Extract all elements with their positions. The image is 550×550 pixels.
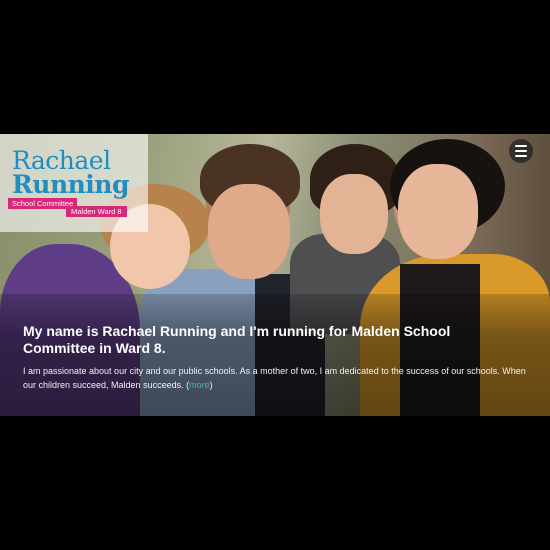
rachael-face [208,184,290,279]
more-link[interactable]: more [189,380,210,390]
logo-ward: Malden Ward 8 [66,206,127,217]
woman-right-face [398,164,478,259]
hamburger-menu-icon[interactable] [509,139,533,163]
menu-bar [515,150,527,152]
hero-description: I am passionate about our city and our p… [23,364,533,392]
hero-headline: My name is Rachael Running and I'm runni… [23,323,451,356]
hero-description-text: I am passionate about our city and our p… [23,366,526,390]
menu-bar [515,155,527,157]
menu-bar [515,145,527,147]
child-middle-face [320,174,388,254]
logo-last-name: Running [12,170,129,199]
hero-description-end: ) [209,380,213,390]
site-logo[interactable]: Rachael Running School Committee Malden … [0,134,148,232]
